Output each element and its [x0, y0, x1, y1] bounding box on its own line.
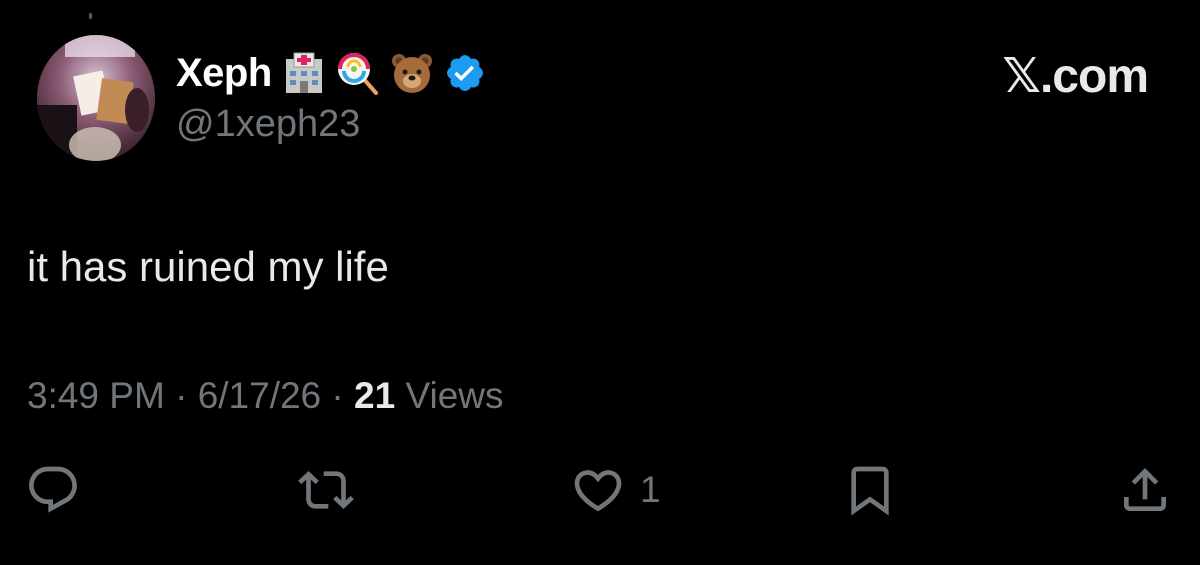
name-row: Xeph	[176, 47, 486, 99]
meta-separator: ·	[321, 375, 355, 416]
tweet-time[interactable]: 3:49 PM	[27, 375, 165, 416]
repost-icon	[298, 471, 354, 509]
reply-icon	[29, 466, 77, 513]
verified-badge-icon[interactable]	[444, 52, 486, 94]
heart-icon	[574, 470, 622, 512]
tweet-date[interactable]: 6/17/26	[198, 375, 321, 416]
avatar-image	[37, 35, 155, 161]
hospital-emoji-icon	[282, 51, 326, 95]
meta-separator: ·	[164, 375, 198, 416]
reply-button[interactable]	[25, 460, 81, 520]
bear-emoji-icon	[390, 51, 434, 95]
repost-button[interactable]	[298, 460, 354, 520]
share-icon	[1124, 468, 1166, 511]
brand-label: 𝕏.com	[1002, 50, 1149, 103]
bookmark-icon	[851, 466, 889, 516]
status-dot	[89, 13, 92, 19]
display-name[interactable]: Xeph	[176, 51, 272, 96]
views-count: 21	[354, 375, 396, 416]
like-button[interactable]: 1	[570, 460, 661, 520]
views-label: Views	[395, 375, 504, 416]
like-count: 1	[640, 469, 661, 510]
tweet-text: it has ruined my life	[27, 243, 389, 290]
user-handle[interactable]: @1xeph23	[176, 103, 360, 146]
action-bar: 1	[0, 460, 1200, 520]
share-button[interactable]	[1117, 460, 1173, 520]
tweet-meta: 3:49 PM · 6/17/26 · 21 Views	[27, 375, 504, 417]
avatar[interactable]	[37, 35, 155, 161]
lollipop-emoji-icon	[336, 51, 380, 95]
bookmark-button[interactable]	[842, 460, 898, 520]
